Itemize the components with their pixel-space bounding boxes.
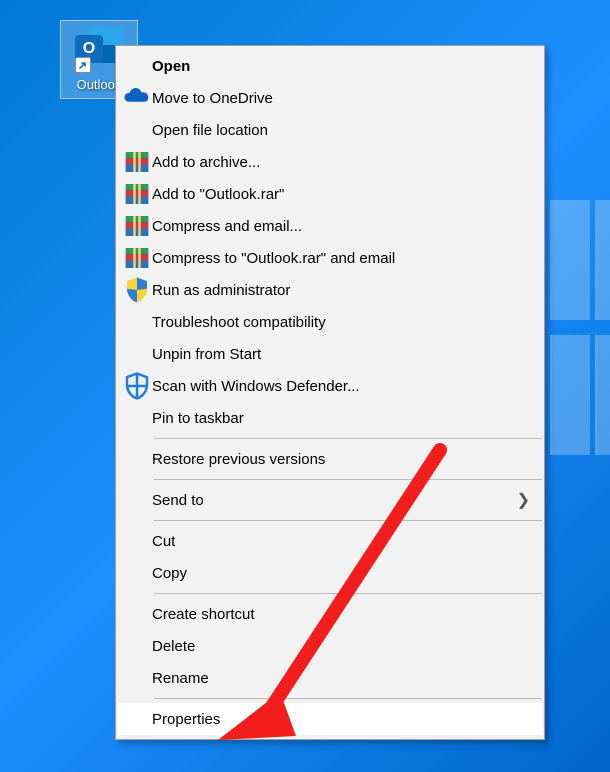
onedrive-icon: [122, 86, 152, 110]
menu-item-label: Pin to taskbar: [152, 410, 530, 427]
menu-item-label: Scan with Windows Defender...: [152, 378, 530, 395]
menu-separator: [154, 698, 542, 699]
icon-slot-empty: [122, 310, 152, 334]
menu-item-label: Restore previous versions: [152, 451, 530, 468]
icon-slot-empty: [122, 118, 152, 142]
menu-item-label: Delete: [152, 638, 530, 655]
menu-item-label: Open: [152, 58, 530, 75]
menu-item-defender[interactable]: Scan with Windows Defender...: [118, 370, 542, 402]
menu-item-label: Add to archive...: [152, 154, 530, 171]
menu-item-troubleshoot[interactable]: Troubleshoot compatibility: [118, 306, 542, 338]
menu-item-unpin-start[interactable]: Unpin from Start: [118, 338, 542, 370]
menu-item-run-admin[interactable]: Run as administrator: [118, 274, 542, 306]
icon-slot-empty: [122, 602, 152, 626]
shield-uac-icon: [122, 278, 152, 302]
winrar-icon: [122, 150, 152, 174]
winrar-icon: [122, 182, 152, 206]
icon-slot-empty: [122, 561, 152, 585]
menu-item-create-shortcut[interactable]: Create shortcut: [118, 598, 542, 630]
menu-item-compress-outlook-email[interactable]: Compress to "Outlook.rar" and email: [118, 242, 542, 274]
menu-item-label: Troubleshoot compatibility: [152, 314, 530, 331]
menu-item-label: Open file location: [152, 122, 530, 139]
background-windows-logo: [550, 200, 610, 460]
menu-item-label: Add to "Outlook.rar": [152, 186, 530, 203]
winrar-icon: [122, 214, 152, 238]
icon-slot-empty: [122, 529, 152, 553]
icon-slot-empty: [122, 634, 152, 658]
menu-item-copy[interactable]: Copy: [118, 557, 542, 589]
menu-item-label: Move to OneDrive: [152, 90, 530, 107]
menu-item-pin-taskbar[interactable]: Pin to taskbar: [118, 402, 542, 434]
context-menu: Open Move to OneDrive Open file location Ad…: [115, 45, 545, 740]
menu-item-label: Create shortcut: [152, 606, 530, 623]
menu-separator: [154, 479, 542, 480]
menu-item-cut[interactable]: Cut: [118, 525, 542, 557]
winrar-icon: [122, 246, 152, 270]
menu-item-label: Cut: [152, 533, 530, 550]
menu-item-label: Copy: [152, 565, 530, 582]
menu-item-label: Send to: [152, 492, 514, 509]
menu-separator: [154, 438, 542, 439]
icon-slot-empty: [122, 406, 152, 430]
icon-slot-empty: [122, 666, 152, 690]
menu-item-label: Compress and email...: [152, 218, 530, 235]
menu-separator: [154, 520, 542, 521]
menu-item-label: Compress to "Outlook.rar" and email: [152, 250, 530, 267]
icon-slot-empty: [122, 54, 152, 78]
menu-item-label: Rename: [152, 670, 530, 687]
chevron-right-icon: ❯: [514, 490, 530, 510]
menu-separator: [154, 593, 542, 594]
menu-item-send-to[interactable]: Send to❯: [118, 484, 542, 516]
defender-icon: [122, 374, 152, 398]
icon-slot-empty: [122, 447, 152, 471]
menu-item-onedrive[interactable]: Move to OneDrive: [118, 82, 542, 114]
menu-item-label: Properties: [152, 711, 530, 728]
menu-item-delete[interactable]: Delete: [118, 630, 542, 662]
icon-slot-empty: [122, 707, 152, 731]
shortcut-overlay-icon: [75, 57, 91, 73]
icon-slot-empty: [122, 342, 152, 366]
menu-item-add-outlook-rar[interactable]: Add to "Outlook.rar": [118, 178, 542, 210]
menu-item-add-archive[interactable]: Add to archive...: [118, 146, 542, 178]
menu-item-properties[interactable]: Properties: [118, 703, 542, 735]
icon-slot-empty: [122, 488, 152, 512]
menu-item-open-location[interactable]: Open file location: [118, 114, 542, 146]
menu-item-restore-versions[interactable]: Restore previous versions: [118, 443, 542, 475]
menu-item-compress-email[interactable]: Compress and email...: [118, 210, 542, 242]
menu-item-label: Run as administrator: [152, 282, 530, 299]
menu-item-label: Unpin from Start: [152, 346, 530, 363]
menu-item-open[interactable]: Open: [118, 50, 542, 82]
menu-item-rename[interactable]: Rename: [118, 662, 542, 694]
